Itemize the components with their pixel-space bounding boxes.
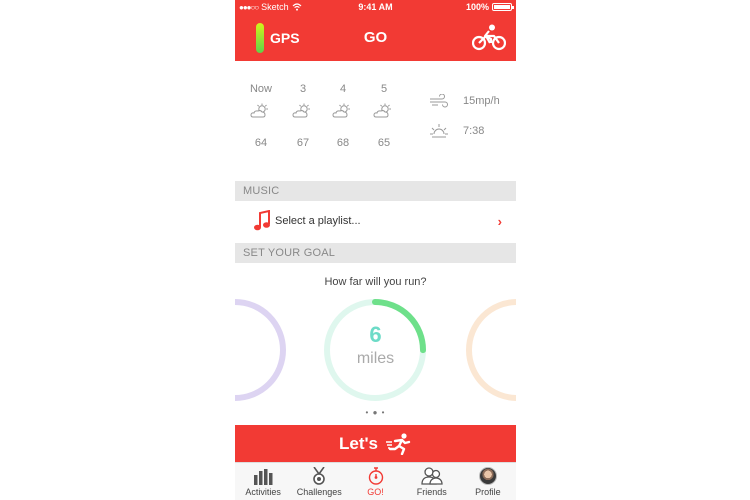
weather-hour: 5 [380,83,388,95]
tab-label: GO! [367,487,384,497]
weather-hour: 4 [339,83,347,95]
sunset-row: 7:38 [429,123,484,139]
weather-temp: 67 [296,137,310,149]
page-indicator: • ● • [365,408,386,417]
status-bar: ●●●○○ Sketch 9:41 AM 100% [235,2,516,16]
partly-cloudy-icon [373,103,391,118]
bar-chart-icon [254,469,273,485]
friends-icon [421,467,443,485]
weather-temp: 65 [377,137,391,149]
chevron-right-icon: › [497,214,502,229]
playlist-label: Select a playlist... [275,215,361,227]
sunset-time: 7:38 [463,125,485,137]
wind-speed: 15mp/h [463,95,500,107]
tab-label: Friends [416,487,447,497]
avatar [478,467,497,485]
tab-label: Activities [245,487,281,497]
weather-column: 4 68 [328,83,358,149]
goal-section-header: SET YOUR GOAL [235,243,516,263]
wind-icon [430,94,448,108]
music-note-icon [254,210,270,231]
goal-question: How far will you run? [324,276,427,288]
weather-panel: Now 64 3 67 4 68 5 65 15mp/h 7:38 [235,61,516,181]
weather-hour: Now [249,83,272,95]
select-playlist-row[interactable]: Select a playlist... › [235,201,516,241]
partly-cloudy-icon [332,103,350,118]
tab-go[interactable]: GO! [347,463,403,500]
weather-temp: 64 [254,137,268,149]
tab-label: Profile [475,487,501,497]
wind-row: 15mp/h [429,94,500,108]
weather-column: 5 65 [369,83,399,149]
tab-activities[interactable]: Activities [235,463,291,500]
lets-go-label: Let's [339,433,378,453]
medal-icon [313,467,326,485]
status-right: 100% [465,2,514,12]
tab-profile[interactable]: Profile [460,463,516,500]
header: ●●●○○ Sketch 9:41 AM 100% GPS GO [235,0,516,61]
runner-icon [386,432,411,455]
tab-label: Challenges [296,487,342,497]
weather-column: Now 64 [246,83,276,149]
partly-cloudy-icon [292,103,310,118]
tab-bar: Activities Challenges GO! Friends Profil… [235,462,516,500]
music-section-header: MUSIC [235,181,516,201]
partly-cloudy-icon [250,103,268,118]
weather-temp: 68 [336,137,350,149]
goal-unit: miles [356,350,395,367]
goal-value: 6 [369,322,382,347]
cycling-icon[interactable] [472,24,506,51]
weather-hour: 3 [299,83,307,95]
lets-go-button[interactable]: Let's [235,425,516,462]
tab-friends[interactable]: Friends [404,463,460,500]
sunset-icon [430,124,448,138]
battery-icon [492,3,514,11]
phone-screen: ●●●○○ Sketch 9:41 AM 100% GPS GO Now 64 … [235,0,516,500]
battery-percent: 100% [465,2,489,12]
tab-challenges[interactable]: Challenges [291,463,347,500]
stopwatch-icon [368,467,383,485]
weather-column: 3 67 [288,83,318,149]
